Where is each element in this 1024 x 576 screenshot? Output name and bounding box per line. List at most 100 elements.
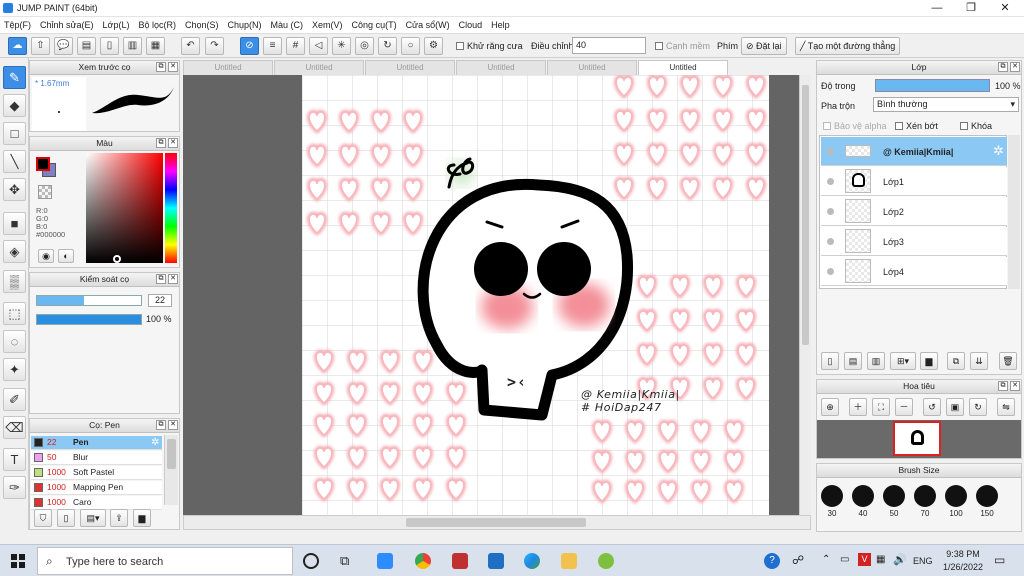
menu-window[interactable]: Cửa sổ(W) [406,20,450,30]
close-icon[interactable]: ✕ [1010,62,1020,72]
brush-size-slider[interactable] [36,295,142,306]
zoom-out-icon[interactable]: － [895,398,913,416]
visibility-icon[interactable] [827,208,834,215]
cortana-icon[interactable] [303,553,319,569]
clip-checkbox[interactable]: Xén bớt [895,121,938,131]
blend-mode-select[interactable]: Bình thường ▾ [873,97,1019,112]
brush-list-item[interactable]: 22 Pen ✲ [31,436,162,450]
hue-slider[interactable] [165,153,177,263]
brush-size-preset[interactable] [914,485,936,507]
tab-document-active[interactable]: Untitled [638,60,728,75]
close-icon[interactable]: ✕ [168,274,178,284]
curve-icon[interactable]: ↻ [378,37,397,55]
windows-start-icon[interactable] [11,554,25,568]
brush-size-preset[interactable] [945,485,967,507]
visibility-icon[interactable] [827,268,834,275]
layer-opacity-slider[interactable] [875,79,990,92]
brush-list-item[interactable]: 50 Blur [31,451,162,465]
chevron-up-icon[interactable]: ⌃ [822,554,830,565]
undo-icon[interactable]: ↶ [181,37,200,55]
merge-layer-icon[interactable]: ⇊ [970,352,988,370]
brush-size-preset[interactable] [821,485,843,507]
zoom-in-icon[interactable]: ＋ [849,398,867,416]
layer-add-menu-icon[interactable]: ⊞▾ [890,352,916,370]
paint-app-icon[interactable] [598,553,614,569]
menu-capture[interactable]: Chụp(N) [228,20,262,30]
menu-select[interactable]: Chọn(S) [185,20,219,30]
radial-icon[interactable]: ✳ [332,37,351,55]
adjust-input[interactable]: 40 [572,37,646,54]
people-icon[interactable]: ☍ [792,553,804,567]
lasso-tool-icon[interactable]: ◌ [3,330,26,353]
rect-select-icon[interactable]: □ [3,122,26,145]
rotate-left-icon[interactable]: ↺ [923,398,941,416]
navigator-preview[interactable] [817,420,1021,458]
new-layer-color-icon[interactable]: ▤ [844,352,862,370]
close-icon[interactable]: ✕ [168,138,178,148]
brush-list-item[interactable]: 1000 Caro [31,496,162,510]
reset-view-icon[interactable]: ▣ [946,398,964,416]
task-view-icon[interactable]: ⧉ [340,553,349,569]
help-icon[interactable]: ? [764,553,780,569]
upload-icon[interactable]: ⇧ [31,37,50,55]
chrome-icon[interactable] [415,553,431,569]
palette-icon[interactable]: ◉ [38,249,54,263]
brush-size-preset[interactable] [852,485,874,507]
duplicate-layer-icon[interactable]: ⧉ [947,352,965,370]
jump-paint-taskbar-icon[interactable] [452,553,468,569]
drawing-canvas[interactable]: >‹ @ Kemiia|Kmiia| # HoiDap247 [302,75,769,515]
no-snap-icon[interactable]: ⊘ [240,37,259,55]
text-tool-icon[interactable]: T [3,448,26,471]
straight-line-button[interactable]: ╱ Tạo một đường thẳng [795,37,901,55]
notification-icon[interactable]: ▭ [994,553,1005,567]
menu-edit[interactable]: Chỉnh sửa(E) [40,20,94,30]
menu-filter[interactable]: Bộ lọc(R) [138,20,176,30]
brush-list-item[interactable]: 1000 Soft Pastel [31,466,162,480]
tab-document[interactable]: Untitled [547,60,637,75]
tab-document[interactable]: Untitled [365,60,455,75]
comment-icon[interactable]: ▤ [77,37,96,55]
device-icon[interactable]: ▭ [840,554,849,565]
eyedropper-tool-icon[interactable]: ✑ [3,476,26,499]
antivirus-icon[interactable]: V [858,553,871,566]
detach-icon[interactable]: ⧉ [998,381,1008,391]
menu-help[interactable]: Help [491,20,510,30]
zoom-search-icon[interactable]: ⊕ [821,398,839,416]
menu-view[interactable]: Xem(V) [312,20,343,30]
brush-list-item[interactable]: 1000 Mapping Pen [31,481,162,495]
menu-color[interactable]: Màu (C) [271,20,304,30]
detach-icon[interactable]: ⧉ [998,62,1008,72]
document-list-icon[interactable]: ▥ [123,37,142,55]
move-tool-icon[interactable]: ✥ [3,178,26,201]
file-explorer-icon[interactable] [561,553,577,569]
parallel-lines-icon[interactable]: ≡ [263,37,282,55]
brush-list-scrollbar[interactable] [164,435,178,505]
clock[interactable]: 9:38 PM 1/26/2022 [942,549,984,572]
tab-document[interactable]: Untitled [274,60,364,75]
detach-icon[interactable]: ⧉ [156,274,166,284]
language-indicator[interactable]: ENG [913,556,933,566]
tab-document[interactable]: Untitled [183,60,273,75]
magic-wand-icon[interactable]: ✦ [3,358,26,381]
edge-icon[interactable] [524,553,540,569]
perspective-icon[interactable]: ◁ [309,37,328,55]
gear-icon[interactable]: ✲ [151,436,159,449]
gear-icon[interactable]: ✲ [993,143,1004,159]
visibility-icon[interactable] [827,238,834,245]
flip-icon[interactable]: ⇋ [997,398,1015,416]
minimize-button[interactable]: — [920,0,954,17]
fill-rect-icon[interactable]: ■ [3,212,26,235]
new-brush-icon[interactable]: ▯ [57,509,75,527]
cloud-icon[interactable]: ☁ [8,37,27,55]
layer-list-scrollbar[interactable] [1008,135,1020,289]
brush-add-icon[interactable]: ⛉ [34,509,52,527]
transparent-swatch[interactable] [38,185,52,199]
circle-icon[interactable]: ○ [401,37,420,55]
concentric-icon[interactable]: ◎ [355,37,374,55]
redo-icon[interactable]: ↷ [205,37,224,55]
foreground-color-swatch[interactable] [36,157,50,171]
select-eraser-icon[interactable]: ⌫ [3,416,26,439]
close-icon[interactable]: ✕ [168,420,178,430]
layer-folder-icon[interactable]: ▆ [920,352,938,370]
brush-size-input[interactable]: 22 [148,294,172,307]
